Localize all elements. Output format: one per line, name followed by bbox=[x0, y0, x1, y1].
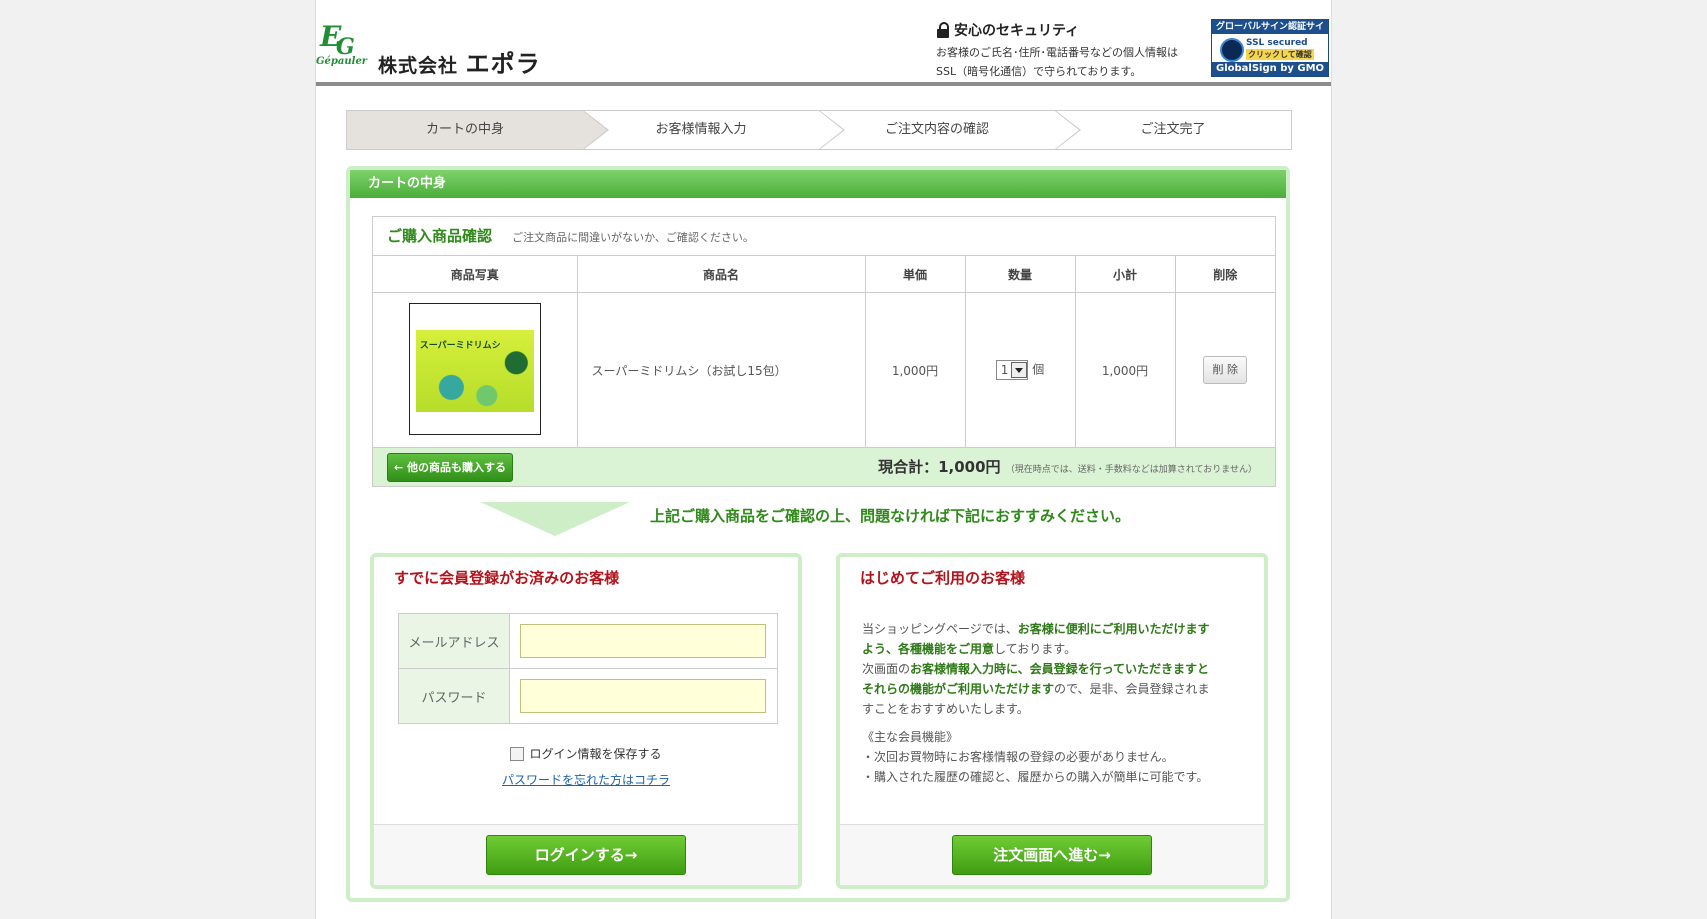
member-panel-footer: ログインする→ bbox=[374, 824, 798, 885]
email-row: メールアドレス bbox=[398, 613, 778, 669]
login-button[interactable]: ログインする→ bbox=[486, 835, 686, 875]
unit-price: 1,000円 bbox=[891, 363, 939, 378]
down-arrow-icon bbox=[480, 502, 630, 536]
product-name: スーパーミドリムシ（お試し15包） bbox=[591, 363, 787, 378]
guest-panel: はじめてご利用のお客様 当ショッピングページでは、お客様に便利にご利用いただけま… bbox=[836, 553, 1268, 889]
feature-item: ・次回お買物時にお客様情報の登録の必要がありません。 bbox=[862, 750, 1174, 764]
badge-click-text: クリックして確認 bbox=[1246, 49, 1314, 60]
cart-section: カートの中身 ご購入商品確認 ご注文商品に間違いがないか、ご確認ください。 商品… bbox=[346, 166, 1290, 902]
email-label: メールアドレス bbox=[398, 613, 510, 669]
order-subtitle: ご注文商品に間違いがないか、ご確認ください。 bbox=[512, 231, 754, 244]
order-proceed-button[interactable]: 注文画面へ進む→ bbox=[952, 835, 1152, 875]
product-image[interactable]: スーパーミドリムシ bbox=[408, 302, 541, 435]
step-confirm: ご注文内容の確認 bbox=[819, 110, 1081, 150]
subtotal-value: 1,000円 bbox=[1101, 363, 1149, 378]
dropdown-arrow-icon bbox=[1011, 362, 1028, 378]
company-prefix: 株式会社 bbox=[378, 55, 459, 77]
order-confirm-box: ご購入商品確認 ご注文商品に間違いがないか、ご確認ください。 商品写真 商品名 … bbox=[372, 216, 1276, 487]
table-header-row: 商品写真 商品名 単価 数量 小計 削除 bbox=[373, 256, 1275, 293]
features-title: 《主な会員機能》 bbox=[862, 730, 959, 744]
product-box-label: スーパーミドリムシ bbox=[419, 340, 501, 351]
delete-cell: 削 除 bbox=[1175, 293, 1275, 448]
total-bar: ← 他の商品も購入する 現合計：1,000円 （現在時点では、送料・手数料などは… bbox=[373, 447, 1275, 486]
proceed-instruction: 上記ご購入商品をご確認の上、問題なければ下記におすすみください。 bbox=[650, 507, 1131, 525]
badge-top-text: グローバルサイン認証サイト bbox=[1212, 20, 1328, 46]
save-login-checkbox[interactable] bbox=[510, 746, 525, 761]
security-line-1: お客様のご氏名･住所･電話番号などの個人情報は bbox=[936, 46, 1178, 59]
logo-wordmark: Gépauler bbox=[316, 56, 368, 67]
security-title: 安心のセキュリティ bbox=[954, 23, 1080, 39]
cart-table: 商品写真 商品名 単価 数量 小計 削除 スーパーミドリムシ スーパーミドリムシ… bbox=[373, 256, 1275, 447]
save-login-row: ログイン情報を保存する bbox=[374, 745, 798, 762]
guest-description: 当ショッピングページでは、お客様に便利にご利用いただけます よう、各種機能をご用… bbox=[862, 622, 1210, 716]
company-name: 株式会社 エポラ bbox=[378, 44, 541, 79]
order-title: ご購入商品確認 bbox=[387, 227, 493, 245]
security-line-2: SSL（暗号化通信）で守られております。 bbox=[936, 65, 1142, 78]
step-label: お客様情報入力 bbox=[655, 122, 747, 137]
step-customer-info: お客様情報入力 bbox=[583, 110, 845, 150]
password-field[interactable] bbox=[520, 679, 766, 713]
total-note: （現在時点では、送料・手数料などは加算されておりません） bbox=[1005, 465, 1257, 475]
column-header-delete: 削除 bbox=[1175, 256, 1275, 293]
price-cell: 1,000円 bbox=[865, 292, 966, 447]
product-photo-cell: スーパーミドリムシ bbox=[373, 292, 578, 447]
forgot-password-link[interactable]: パスワードを忘れた方はコチラ bbox=[374, 771, 798, 788]
step-label: ご注文内容の確認 bbox=[884, 122, 989, 137]
step-complete: ご注文完了 bbox=[1055, 111, 1291, 149]
quantity-select[interactable]: 1 bbox=[995, 360, 1029, 380]
member-panel-title: すでに会員登録がお済みのお客様 bbox=[394, 569, 620, 587]
subtotal-cell: 1,000円 bbox=[1075, 292, 1176, 447]
checkout-steps: カートの中身 お客様情報入力 ご注文内容の確認 ご注文完了 bbox=[346, 110, 1292, 150]
quantity-unit: 個 bbox=[1032, 362, 1045, 377]
password-row: パスワード bbox=[398, 668, 778, 724]
security-title-row: 安心のセキュリティ bbox=[936, 20, 1216, 40]
company-logo-icon[interactable]: E G Gépauler bbox=[316, 20, 374, 68]
table-row: スーパーミドリムシ スーパーミドリムシ（お試し15包） 1,000円 1 個 1… bbox=[373, 292, 1275, 448]
badge-ssl-text: SSL secured bbox=[1246, 38, 1308, 48]
order-title-row: ご購入商品確認 ご注文商品に間違いがないか、ご確認ください。 bbox=[373, 217, 1275, 256]
column-header-photo: 商品写真 bbox=[373, 256, 578, 293]
globalsign-badge[interactable]: グローバルサイン認証サイト SSL secured クリックして確認 Globa… bbox=[1211, 19, 1329, 77]
column-header-subtotal: 小計 bbox=[1075, 256, 1176, 293]
continue-shopping-button[interactable]: ← 他の商品も購入する bbox=[387, 453, 513, 482]
site-header: E G Gépauler 株式会社 エポラ 安心のセキュリティ お客様のご氏名･… bbox=[316, 0, 1331, 86]
guest-panel-footer: 注文画面へ進む→ bbox=[840, 824, 1264, 885]
member-features: 《主な会員機能》 ・次回お買物時にお客様情報の登録の必要がありません。 ・購入さ… bbox=[862, 727, 1242, 787]
login-form-table: メールアドレス パスワード bbox=[398, 613, 778, 724]
total-text: 現合計：1,000円 （現在時点では、送料・手数料などは加算されておりません） bbox=[878, 456, 1257, 477]
company-name-main: エポラ bbox=[465, 50, 541, 78]
step-label: ご注文完了 bbox=[1140, 122, 1206, 137]
product-name-cell: スーパーミドリムシ（お試し15包） bbox=[577, 292, 866, 447]
member-login-panel: すでに会員登録がお済みのお客様 メールアドレス パスワード ログイン情報を保存す… bbox=[370, 553, 802, 889]
save-login-label[interactable]: ログイン情報を保存する bbox=[529, 745, 661, 762]
page-container: E G Gépauler 株式会社 エポラ 安心のセキュリティ お客様のご氏名･… bbox=[315, 0, 1332, 919]
cart-section-header: カートの中身 bbox=[350, 170, 1286, 198]
qty-cell: 1 個 bbox=[965, 292, 1076, 447]
column-header-name: 商品名 bbox=[577, 256, 866, 293]
step-cart: カートの中身 bbox=[347, 110, 609, 150]
column-header-price: 単価 bbox=[865, 256, 966, 293]
password-label: パスワード bbox=[398, 668, 510, 724]
globalsign-eye-icon bbox=[1220, 38, 1244, 62]
guest-panel-title: はじめてご利用のお客様 bbox=[860, 569, 1026, 587]
feature-item: ・購入された履歴の確認と、履歴からの購入が簡単に可能です。 bbox=[862, 770, 1209, 784]
total-amount: 現合計：1,000円 bbox=[878, 458, 1001, 476]
security-text: お客様のご氏名･住所･電話番号などの個人情報は SSL（暗号化通信）で守られてお… bbox=[936, 43, 1216, 81]
security-notice: 安心のセキュリティ お客様のご氏名･住所･電話番号などの個人情報は SSL（暗号… bbox=[936, 20, 1216, 81]
email-field[interactable] bbox=[520, 624, 766, 658]
column-header-qty: 数量 bbox=[965, 256, 1076, 293]
quantity-value: 1 bbox=[1000, 363, 1009, 377]
lock-icon bbox=[936, 21, 950, 39]
delete-button[interactable]: 削 除 bbox=[1203, 356, 1248, 384]
step-label: カートの中身 bbox=[425, 122, 504, 137]
badge-bottom-text: GlobalSign by GMO bbox=[1212, 62, 1328, 76]
